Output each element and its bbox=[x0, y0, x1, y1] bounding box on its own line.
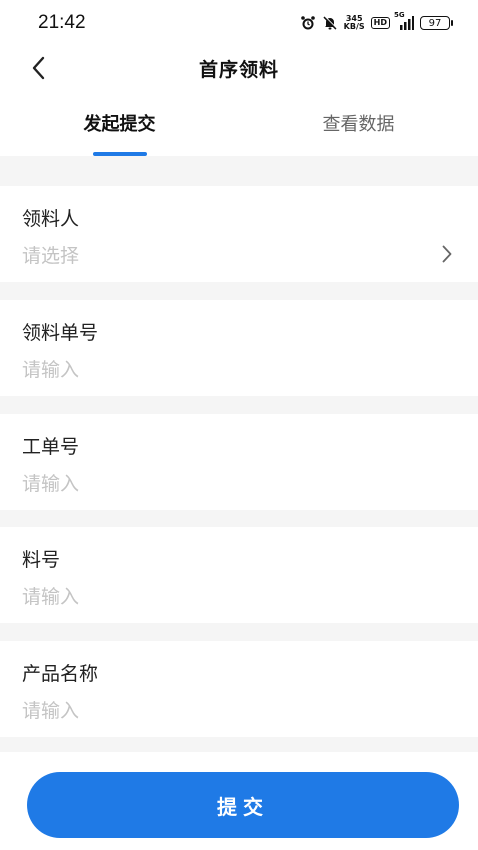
form-field-product-name: 产品名称 请输入 bbox=[0, 641, 478, 737]
order-no-input[interactable]: 请输入 bbox=[22, 355, 456, 382]
field-label-work-order: 工单号 bbox=[22, 436, 80, 458]
field-label-part-no: 料号 bbox=[22, 549, 61, 571]
form-field-picker[interactable]: 领料人 请选择 bbox=[0, 186, 478, 282]
status-icons: 345 KB/S HD 5G 97 bbox=[300, 11, 453, 31]
net-speed-unit: KB/S bbox=[343, 22, 365, 31]
submit-button-label: 提交 bbox=[217, 794, 269, 819]
signal-icon: 5G bbox=[394, 11, 414, 30]
battery-icon: 97 bbox=[420, 16, 453, 30]
tab-view-data-label: 查看数据 bbox=[322, 114, 395, 135]
hd-badge: HD bbox=[370, 17, 390, 29]
tab-view-data[interactable]: 查看数据 bbox=[239, 90, 478, 156]
net-speed: 345 KB/S bbox=[344, 15, 365, 31]
product-name-input[interactable]: 请输入 bbox=[22, 696, 456, 723]
status-bar: 21:42 345 KB/S HD 5G 97 bbox=[0, 0, 478, 46]
tab-submit[interactable]: 发起提交 bbox=[0, 90, 239, 156]
chevron-right-icon bbox=[440, 244, 454, 264]
field-label-order-no: 领料单号 bbox=[22, 322, 99, 344]
back-button[interactable] bbox=[22, 52, 54, 84]
tab-active-indicator bbox=[92, 152, 147, 156]
work-order-input[interactable]: 请输入 bbox=[22, 469, 456, 496]
chevron-left-icon bbox=[32, 56, 45, 80]
network-type: 5G bbox=[394, 11, 405, 19]
mute-icon bbox=[322, 15, 338, 31]
field-label-product-name: 产品名称 bbox=[22, 663, 99, 685]
nav-bar: 首序领料 bbox=[0, 46, 478, 90]
field-label-picker: 领料人 bbox=[22, 208, 80, 230]
tab-bar: 发起提交 查看数据 bbox=[0, 90, 478, 156]
alarm-icon bbox=[300, 15, 316, 31]
status-time: 21:42 bbox=[38, 12, 86, 33]
part-no-input[interactable]: 请输入 bbox=[22, 582, 456, 609]
tab-submit-label: 发起提交 bbox=[83, 114, 156, 135]
picker-select[interactable]: 请选择 bbox=[22, 241, 456, 268]
form-field-order-no: 领料单号 请输入 bbox=[0, 300, 478, 396]
page-title: 首序领料 bbox=[198, 58, 279, 81]
form-field-part-no: 料号 请输入 bbox=[0, 527, 478, 623]
battery-level: 97 bbox=[428, 17, 442, 29]
form-field-work-order: 工单号 请输入 bbox=[0, 414, 478, 510]
submit-button[interactable]: 提交 bbox=[27, 772, 459, 838]
